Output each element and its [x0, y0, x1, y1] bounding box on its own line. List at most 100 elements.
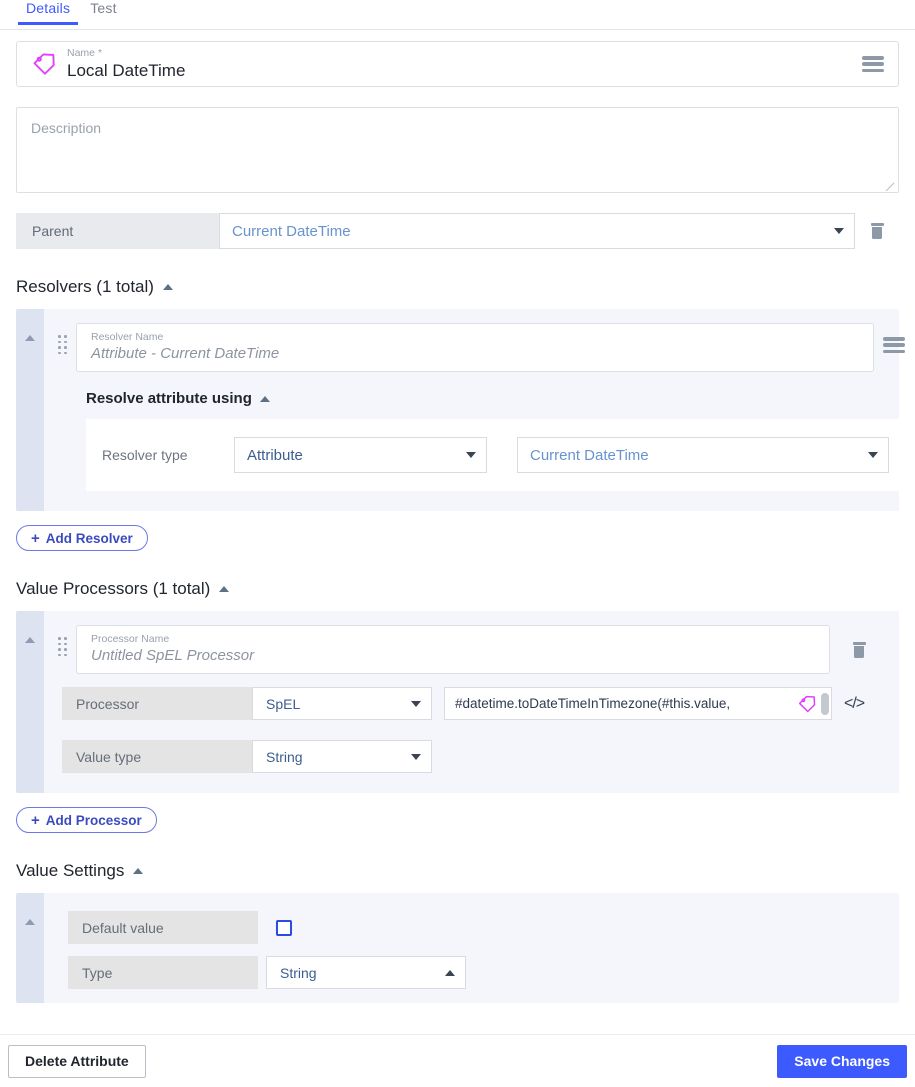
- chevron-down-icon: [411, 753, 421, 760]
- processor-collapse-rail[interactable]: [16, 611, 44, 793]
- name-texts: Name * Local DateTime: [67, 47, 185, 81]
- delete-parent-button[interactable]: [855, 213, 899, 249]
- processor-controls: SpEL #datetime.toDateTimeInTimezone(#thi…: [252, 687, 865, 720]
- chevron-down-icon: [466, 452, 476, 458]
- save-changes-button[interactable]: Save Changes: [777, 1044, 907, 1078]
- chevron-up-icon: [445, 969, 455, 976]
- type-row: Type String: [68, 956, 879, 989]
- resolver-card: Resolver Name Attribute - Current DateTi…: [16, 309, 905, 511]
- add-processor-label: Add Processor: [45, 812, 142, 828]
- default-value-label: Default value: [68, 911, 258, 944]
- tab-test[interactable]: Test: [80, 0, 126, 24]
- chevron-up-icon: [25, 919, 35, 925]
- resolver-collapse-rail[interactable]: [16, 309, 44, 511]
- chevron-down-icon: [411, 700, 421, 707]
- resolver-name-texts: Resolver Name Attribute - Current DateTi…: [91, 331, 863, 364]
- value-type-label: Value type: [62, 740, 252, 773]
- type-label: Type: [68, 956, 258, 989]
- type-value: String: [280, 964, 317, 981]
- type-select[interactable]: String: [266, 956, 466, 989]
- expression-input[interactable]: #datetime.toDateTimeInTimezone(#this.val…: [444, 687, 832, 720]
- processor-name-texts: Processor Name Untitled SpEL Processor: [91, 633, 819, 666]
- resolver-name-placeholder: Attribute - Current DateTime: [91, 345, 280, 362]
- plus-icon: +: [31, 811, 40, 829]
- resolver-settings-panel: Resolver type Attribute Current DateTime: [86, 419, 905, 491]
- type-controls: String: [258, 956, 466, 989]
- parent-label: Parent: [16, 213, 219, 249]
- resolvers-section-header: Resolvers (1 total): [16, 277, 899, 297]
- footer-bar: Delete Attribute Save Changes: [0, 1034, 915, 1087]
- resolver-name-row: Resolver Name Attribute - Current DateTi…: [58, 323, 905, 372]
- details-panel: Name * Local DateTime Description Parent…: [0, 41, 915, 1003]
- chevron-up-icon: [25, 637, 35, 643]
- processor-name-row: Processor Name Untitled SpEL Processor: [58, 625, 879, 674]
- value-type-select[interactable]: String: [252, 740, 432, 773]
- description-input[interactable]: Description: [16, 107, 899, 193]
- resize-handle-icon[interactable]: [885, 179, 897, 191]
- default-value-row: Default value: [68, 911, 879, 944]
- name-field[interactable]: Name * Local DateTime: [16, 41, 899, 87]
- description-placeholder: Description: [31, 120, 102, 136]
- chevron-up-icon[interactable]: [133, 868, 144, 874]
- value-processors-heading: Value Processors (1 total): [16, 579, 211, 598]
- processor-type-value: SpEL: [266, 695, 301, 712]
- value-type-value: String: [266, 748, 303, 765]
- resolver-card-body: Resolver Name Attribute - Current DateTi…: [44, 309, 915, 511]
- processor-name-placeholder: Untitled SpEL Processor: [91, 647, 255, 664]
- parent-row: Parent Current DateTime: [16, 213, 899, 249]
- chevron-up-icon[interactable]: [219, 586, 230, 592]
- resolver-target-value: Current DateTime: [530, 446, 649, 464]
- parent-select-value: Current DateTime: [232, 222, 351, 240]
- value-settings-card: Default value Type String: [16, 893, 899, 1003]
- add-resolver-button[interactable]: + Add Resolver: [16, 525, 148, 551]
- value-type-row: Value type String: [62, 740, 879, 773]
- processor-type-select[interactable]: SpEL: [252, 687, 432, 720]
- expression-wrapper: #datetime.toDateTimeInTimezone(#this.val…: [444, 687, 865, 720]
- resolver-name-field[interactable]: Resolver Name Attribute - Current DateTi…: [76, 323, 874, 372]
- chevron-down-icon: [868, 452, 878, 458]
- drag-handle-icon[interactable]: [58, 335, 67, 355]
- processor-name-field[interactable]: Processor Name Untitled SpEL Processor: [76, 625, 830, 674]
- name-field-content: Name * Local DateTime: [31, 47, 862, 81]
- expression-scrollbar[interactable]: [821, 692, 829, 715]
- delete-processor-button[interactable]: [839, 641, 879, 658]
- required-marker: *: [97, 47, 103, 59]
- hamburger-menu-icon[interactable]: [862, 56, 884, 72]
- resolver-type-select[interactable]: Attribute: [234, 437, 487, 473]
- processor-label: Processor: [62, 687, 252, 720]
- value-settings-section-header: Value Settings: [16, 861, 899, 881]
- resolve-attribute-using-label: Resolve attribute using: [86, 390, 252, 407]
- tag-icon[interactable]: [797, 694, 817, 714]
- resolve-attribute-using-header: Resolve attribute using: [58, 390, 905, 407]
- plus-icon: +: [31, 529, 40, 547]
- resolver-type-value: Attribute: [247, 446, 303, 464]
- processor-row: Processor SpEL #datetime.toDateTimeInTim…: [62, 687, 879, 720]
- tab-details[interactable]: Details: [16, 0, 80, 25]
- chevron-up-icon[interactable]: [259, 395, 270, 402]
- value-type-controls: String: [252, 740, 432, 773]
- value-settings-collapse-rail[interactable]: [16, 893, 44, 1003]
- value-processors-section-header: Value Processors (1 total): [16, 579, 899, 599]
- chevron-up-icon: [25, 335, 35, 341]
- resolver-name-caption: Resolver Name: [91, 331, 164, 343]
- trash-icon: [852, 641, 866, 658]
- trash-icon: [870, 223, 884, 239]
- chevron-down-icon: [834, 228, 844, 234]
- add-resolver-label: Add Resolver: [45, 530, 133, 546]
- resolver-menu-icon[interactable]: [883, 337, 905, 353]
- resolver-target-select[interactable]: Current DateTime: [517, 437, 889, 473]
- chevron-up-icon[interactable]: [162, 284, 173, 290]
- delete-attribute-button[interactable]: Delete Attribute: [8, 1044, 146, 1078]
- code-editor-icon[interactable]: </>: [844, 695, 865, 713]
- value-settings-card-body: Default value Type String: [44, 893, 899, 1003]
- drag-handle-icon[interactable]: [58, 637, 67, 657]
- parent-select[interactable]: Current DateTime: [219, 213, 855, 249]
- value-settings-heading: Value Settings: [16, 861, 125, 880]
- processor-card: Processor Name Untitled SpEL Processor P…: [16, 611, 899, 793]
- default-value-controls: [258, 911, 292, 944]
- default-value-checkbox[interactable]: [276, 919, 292, 936]
- expression-value: #datetime.toDateTimeInTimezone(#this.val…: [455, 696, 731, 711]
- tag-icon: [31, 51, 57, 77]
- add-processor-button[interactable]: + Add Processor: [16, 807, 157, 833]
- processor-card-body: Processor Name Untitled SpEL Processor P…: [44, 611, 899, 793]
